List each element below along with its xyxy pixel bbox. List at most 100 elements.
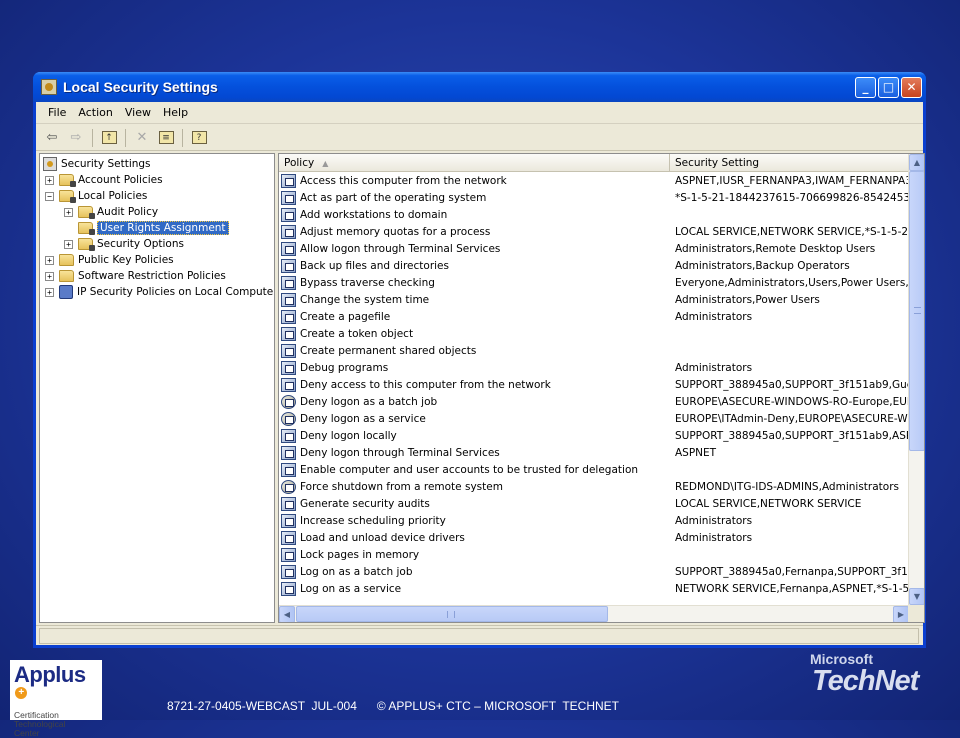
policy-row[interactable]: Lock pages in memory [279,546,909,563]
expand-icon[interactable]: + [64,239,73,249]
tree-item-software-restriction-policies[interactable]: + Software Restriction Policies [45,268,226,284]
policy-row[interactable]: Access this computer from the network ASP… [279,172,909,189]
policy-row[interactable]: Force shutdown from a remote system REDMO… [279,478,909,495]
tree-label: Security Settings [61,158,151,170]
policy-row[interactable]: Log on as a service NETWORK SERVICE,Ferna… [279,580,909,597]
policy-row[interactable]: Add workstations to domain [279,206,909,223]
policy-cell: Load and unload device drivers [279,530,670,545]
policy-icon [281,207,296,222]
policy-row[interactable]: Deny logon as a service EUROPE\ITAdmin-De… [279,410,909,427]
security-setting-cell: SUPPORT_388945a0,SUPPORT_3f151ab9,Guest [675,378,909,391]
column-header-label: Security Setting [675,157,760,169]
tree-item-public-key-policies[interactable]: + Public Key Policies [45,252,174,268]
policy-icon [281,275,296,290]
policy-domain-icon [281,394,296,409]
applus-logo: Applus+ Certification Technological Cent… [10,660,102,738]
expand-icon[interactable]: + [64,207,73,217]
export-list-icon[interactable]: ≡ [155,128,177,148]
policy-icon [281,190,296,205]
back-arrow-icon[interactable]: ⇦ [41,128,63,148]
policy-row[interactable]: Bypass traverse checking Everyone,Adminis… [279,274,909,291]
vertical-scrollbar[interactable]: ▲ ▼ [908,154,924,605]
menu-action[interactable]: Action [72,106,118,119]
menu-help[interactable]: Help [157,106,194,119]
tree-label: Account Policies [78,174,163,186]
window-title: Local Security Settings [63,79,218,95]
tree-item-security-settings[interactable]: Security Settings [43,156,151,172]
technet-wordmark: TechNet [812,665,919,697]
policy-row[interactable]: Create permanent shared objects [279,342,909,359]
policy-row[interactable]: Change the system time Administrators,Pow… [279,291,909,308]
scroll-right-icon[interactable]: ▶ [893,606,909,622]
expand-icon[interactable]: + [45,175,54,185]
toolbar-separator [125,128,126,147]
tree-item-account-policies[interactable]: + Account Policies [45,172,163,188]
policy-row[interactable]: Adjust memory quotas for a process LOCAL … [279,223,909,240]
policy-row[interactable]: Debug programs Administrators [279,359,909,376]
policy-icon [281,428,296,443]
scroll-down-icon[interactable]: ▼ [909,588,924,605]
expand-icon[interactable]: + [45,287,54,297]
security-setting-cell: Administrators,Power Users [675,293,820,306]
policy-row[interactable]: Create a pagefile Administrators [279,308,909,325]
forward-arrow-icon[interactable]: ⇨ [65,128,87,148]
security-setting-cell: Administrators [675,514,753,527]
policy-icon [281,513,296,528]
policy-row[interactable]: Allow logon through Terminal Services Adm… [279,240,909,257]
policy-row[interactable]: Log on as a batch job SUPPORT_388945a0,Fe… [279,563,909,580]
expand-icon[interactable]: + [45,255,54,265]
column-header-label: Policy [284,157,315,169]
tree-label: Software Restriction Policies [78,270,226,282]
tree-item-ip-security-policies[interactable]: + IP Security Policies on Local Computer [45,284,274,300]
horizontal-scroll-thumb[interactable] [296,606,608,622]
policy-row[interactable]: Deny access to this computer from the ne… [279,376,909,393]
policy-row[interactable]: Deny logon locally SUPPORT_388945a0,SUPPO… [279,427,909,444]
policy-row[interactable]: Deny logon as a batch job EUROPE\ASECURE-… [279,393,909,410]
policy-cell: Log on as a service [279,581,670,596]
expand-icon[interactable]: + [45,271,54,281]
tree-item-local-policies[interactable]: − Local Policies [45,188,147,204]
tree-item-audit-policy[interactable]: + Audit Policy [64,204,158,220]
security-setting-cell: LOCAL SERVICE,NETWORK SERVICE,*S-1-5-21- [675,225,909,238]
policy-row[interactable]: Load and unload device drivers Administra… [279,529,909,546]
policy-row[interactable]: Create a token object [279,325,909,342]
list-header: Policy ▲ Security Setting [279,154,909,172]
menu-view[interactable]: View [119,106,157,119]
policy-row[interactable]: Increase scheduling priority Administrato… [279,512,909,529]
column-header-security-setting[interactable]: Security Setting [670,154,909,172]
policy-cell: Enable computer and user accounts to be … [279,462,670,477]
menu-file[interactable]: File [42,106,72,119]
policy-cell: Debug programs [279,360,670,375]
maximize-button[interactable]: □ [878,76,899,98]
vertical-scroll-thumb[interactable] [909,171,924,451]
policy-cell: Adjust memory quotas for a process [279,224,670,239]
horizontal-scrollbar[interactable]: ◀ ▶ [279,605,909,622]
close-button[interactable]: ✕ [901,76,922,98]
title-bar[interactable]: Local Security Settings _ □ ✕ [33,72,926,102]
scroll-left-icon[interactable]: ◀ [279,606,295,622]
tree-item-security-options[interactable]: + Security Options [64,236,184,252]
policy-domain-icon [281,479,296,494]
policy-cell: Add workstations to domain [279,207,670,222]
tree-item-user-rights-assignment[interactable]: + User Rights Assignment [64,220,229,236]
security-setting-cell: EUROPE\ITAdmin-Deny,EUROPE\ASECURE-WIN [675,412,909,425]
policy-row[interactable]: Generate security audits LOCAL SERVICE,NE… [279,495,909,512]
tree-label: Local Policies [78,190,148,202]
minimize-button[interactable]: _ [855,76,876,98]
column-header-policy[interactable]: Policy ▲ [279,154,670,172]
status-panel [39,628,919,644]
delete-icon[interactable]: ✕ [131,128,153,148]
policy-cell: Act as part of the operating system [279,190,670,205]
policy-icon [281,581,296,596]
policy-name: Back up files and directories [300,259,449,272]
scroll-up-icon[interactable]: ▲ [909,154,924,171]
policy-row[interactable]: Enable computer and user accounts to be … [279,461,909,478]
collapse-icon[interactable]: − [45,191,54,201]
policy-row[interactable]: Act as part of the operating system *S-1-… [279,189,909,206]
help-icon[interactable]: ? [188,128,210,148]
footer-caption: 8721-27-0405-WEBCAST JUL-004 © APPLUS+ C… [167,699,619,713]
policy-row[interactable]: Deny logon through Terminal Services ASPN… [279,444,909,461]
policy-list-pane: Policy ▲ Security Setting Access this co… [278,153,925,623]
up-one-level-icon[interactable]: ↑ [98,128,120,148]
policy-row[interactable]: Back up files and directories Administrat… [279,257,909,274]
